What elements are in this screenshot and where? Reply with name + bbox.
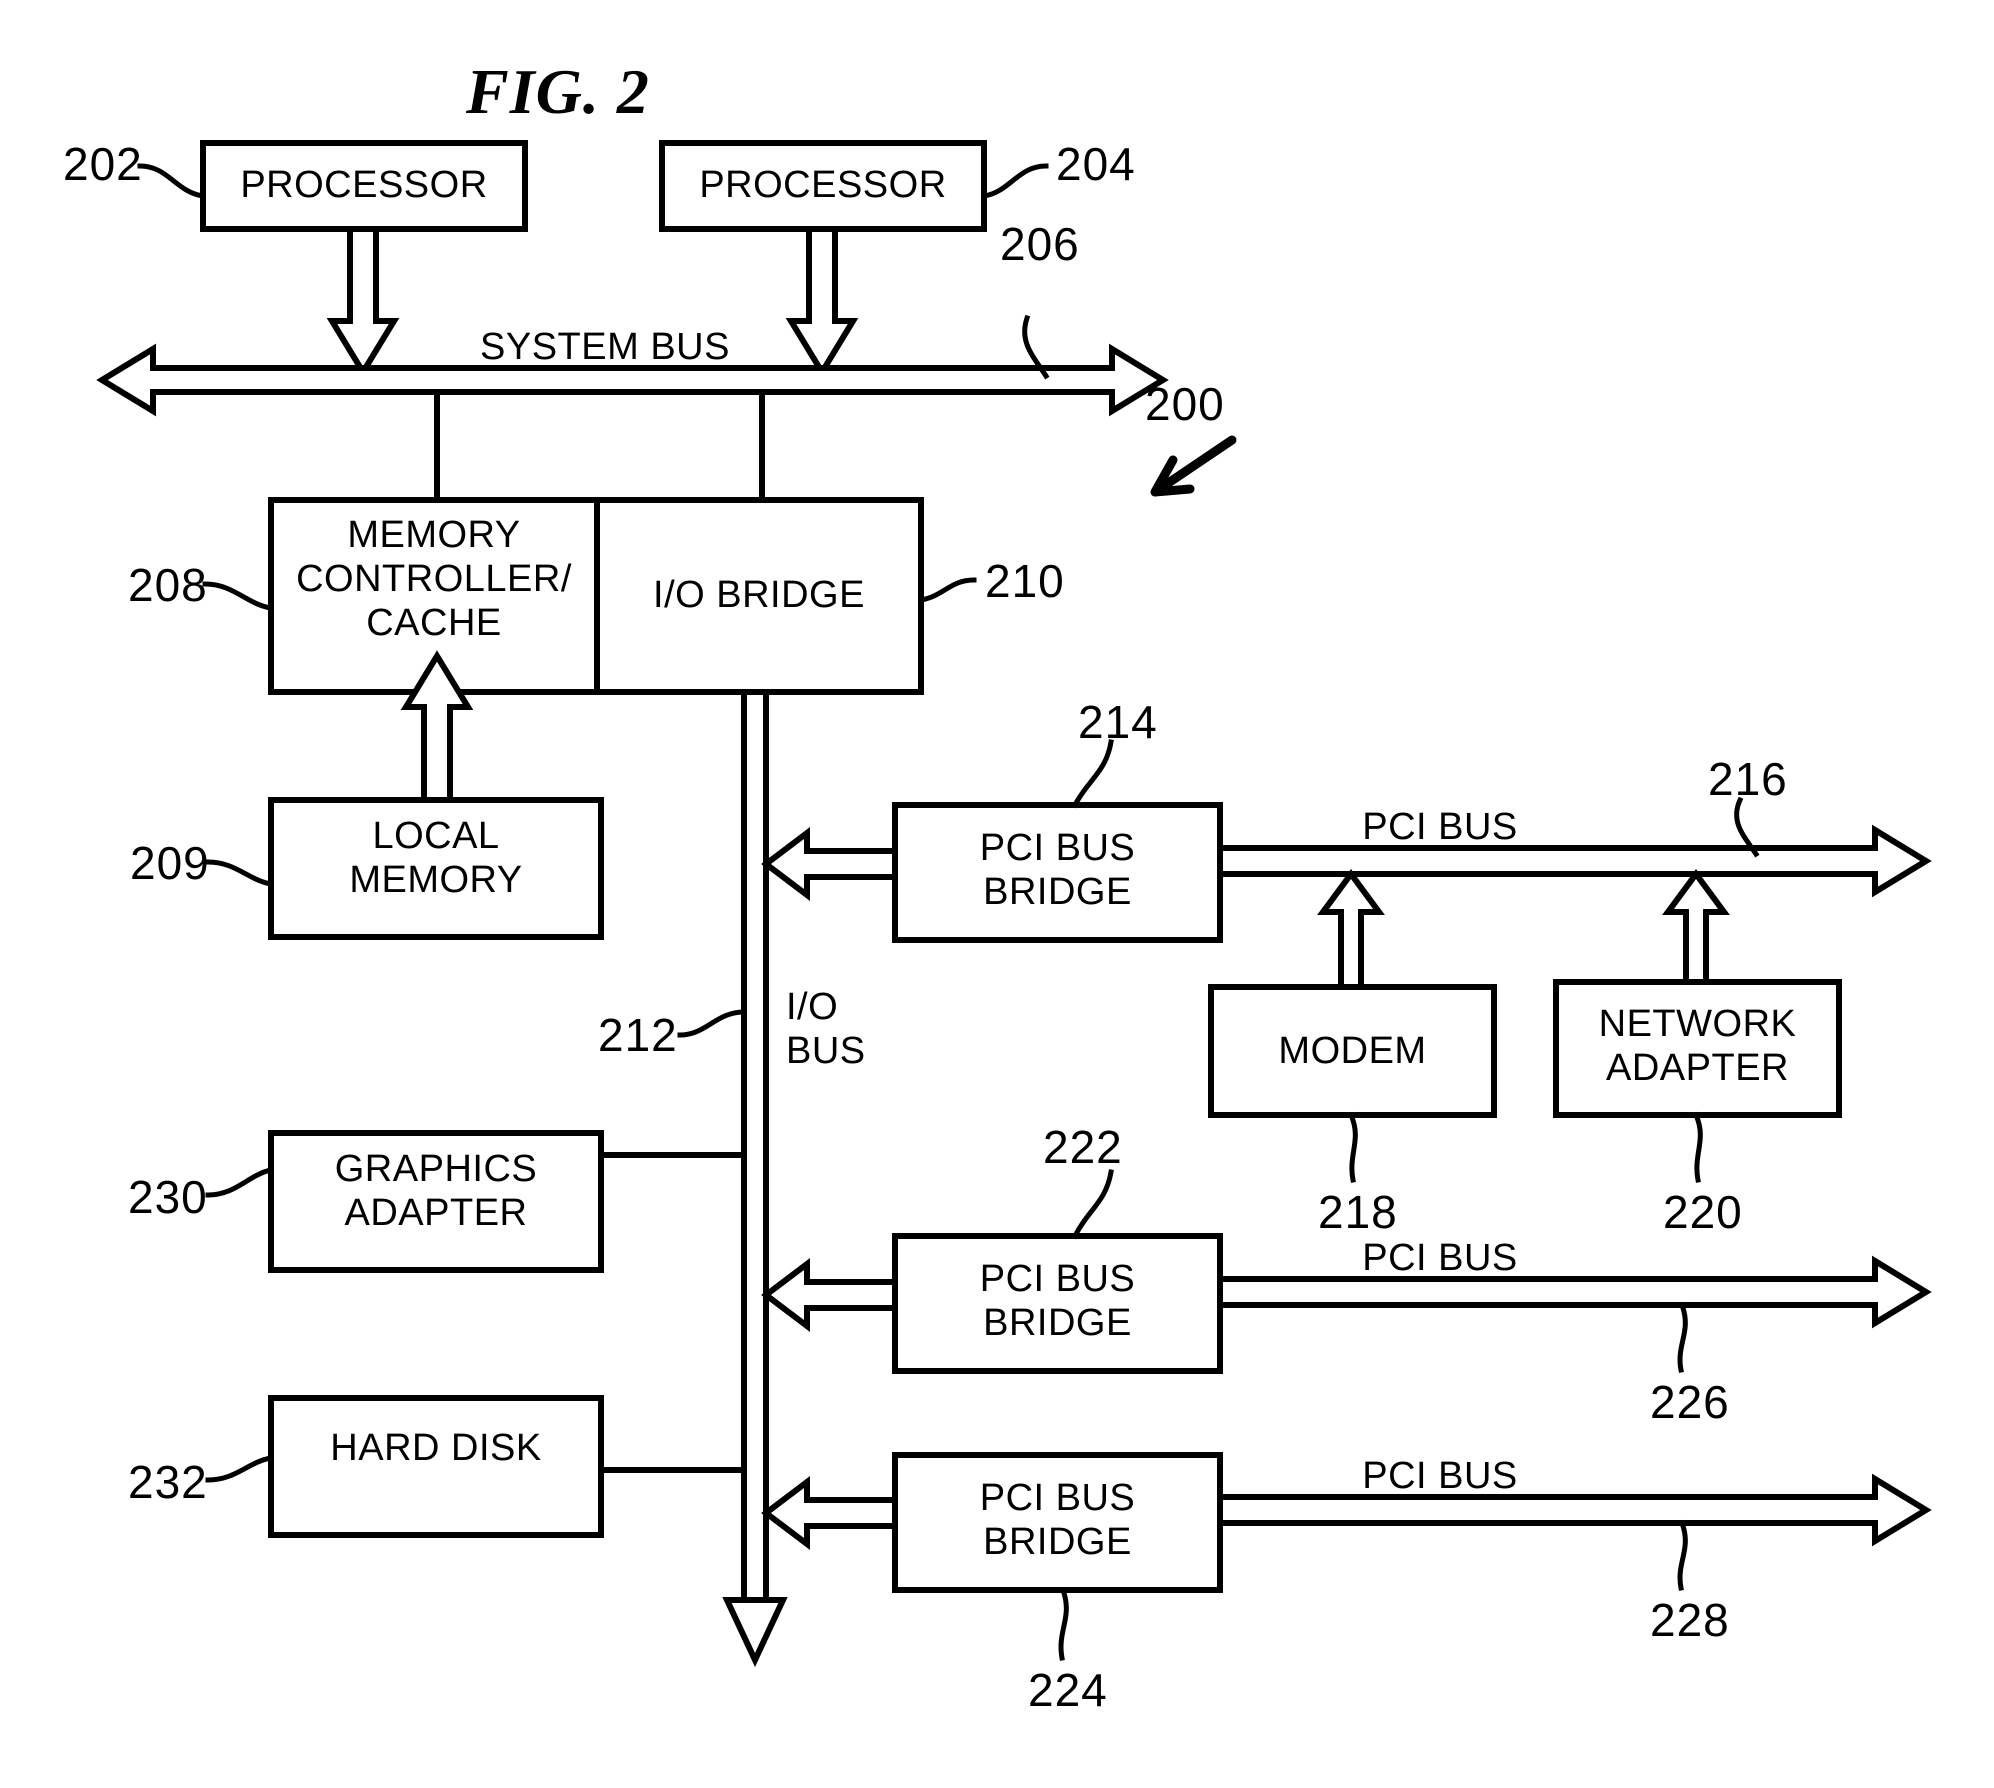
lead-line-202 xyxy=(137,163,206,199)
ref-208: 208 xyxy=(128,559,208,611)
pci-bus-226-label: PCI BUS xyxy=(1362,1237,1518,1279)
io-bus-label-line2: BUS xyxy=(786,1030,866,1072)
lead-line-218 xyxy=(1347,1111,1358,1183)
ref-230: 230 xyxy=(128,1171,208,1223)
pci-bus-bridge-3-label-line1: PCI BUS xyxy=(979,1477,1136,1519)
pci-bridge-1-to-iobus-arrow xyxy=(761,826,898,902)
pci-bus-228-label: PCI BUS xyxy=(1362,1455,1518,1497)
pci-bridge-3-to-iobus-arrow xyxy=(761,1475,898,1551)
ref-232: 232 xyxy=(128,1456,208,1508)
ref-210: 210 xyxy=(985,555,1065,607)
pci-bus-bridge-3-label-line2: BRIDGE xyxy=(983,1521,1132,1563)
network-adapter-up-arrow xyxy=(1662,868,1730,990)
ref-204: 204 xyxy=(1056,138,1136,190)
lead-line-222 xyxy=(1071,1169,1114,1240)
modem-up-arrow xyxy=(1317,868,1385,990)
ref-216: 216 xyxy=(1708,753,1788,805)
io-bus-down-arrowhead xyxy=(722,1597,788,1668)
pci-bus-216-label: PCI BUS xyxy=(1362,806,1518,848)
memory-controller-label-line3: CACHE xyxy=(366,602,502,644)
processor-1-bus-arrow xyxy=(326,226,400,378)
ref-224: 224 xyxy=(1028,1664,1108,1716)
pci-bus-bridge-2-label-line1: PCI BUS xyxy=(979,1258,1136,1300)
hard-disk-label: HARD DISK xyxy=(330,1427,542,1469)
io-bridge-label: I/O BRIDGE xyxy=(653,574,865,616)
ref-206: 206 xyxy=(1000,218,1080,270)
lead-line-210 xyxy=(918,577,977,603)
figure-title: FIG. 2 xyxy=(466,56,650,127)
lead-line-209 xyxy=(205,859,274,887)
memory-controller-label-line2: CONTROLLER/ xyxy=(296,558,572,600)
memory-controller-label-line1: MEMORY xyxy=(347,514,521,556)
ref-200: 200 xyxy=(1145,378,1225,430)
graphics-adapter-label-line1: GRAPHICS xyxy=(334,1148,538,1190)
processor-2-bus-arrow xyxy=(785,226,859,378)
pci-bus-bridge-1-label-line2: BRIDGE xyxy=(983,871,1132,913)
system-bus-label: SYSTEM BUS xyxy=(480,326,730,368)
processor-1-label: PROCESSOR xyxy=(240,164,488,206)
modem-label: MODEM xyxy=(1278,1030,1427,1072)
ref-214: 214 xyxy=(1078,696,1158,748)
ref-212: 212 xyxy=(598,1009,678,1061)
lead-line-224 xyxy=(1058,1586,1069,1661)
ref-209: 209 xyxy=(130,837,210,889)
graphics-adapter-label-line2: ADAPTER xyxy=(344,1192,528,1234)
patent-figure-2: FIG. 2 200 PROCESSOR 202 PROCESSOR 204 S… xyxy=(0,0,1994,1788)
ref-220: 220 xyxy=(1663,1186,1743,1238)
lead-line-220 xyxy=(1692,1111,1703,1183)
lead-line-226 xyxy=(1677,1301,1688,1373)
ref-222: 222 xyxy=(1043,1121,1123,1173)
system-ref-arrow xyxy=(1150,435,1237,497)
ref-226: 226 xyxy=(1650,1376,1730,1428)
ref-228: 228 xyxy=(1650,1594,1730,1646)
io-bus-label-line1: I/O xyxy=(786,986,839,1028)
ref-202: 202 xyxy=(63,138,143,190)
network-adapter-label-line2: ADAPTER xyxy=(1606,1047,1789,1089)
lead-line-230 xyxy=(205,1167,274,1198)
local-memory-label-line1: LOCAL xyxy=(372,815,500,857)
network-adapter-label-line1: NETWORK xyxy=(1598,1003,1797,1045)
lead-line-204 xyxy=(981,163,1049,199)
lead-line-228 xyxy=(1677,1519,1688,1591)
processor-2-label: PROCESSOR xyxy=(699,164,947,206)
pci-bus-bridge-2-label-line2: BRIDGE xyxy=(983,1302,1132,1344)
pci-bridge-2-to-iobus-arrow xyxy=(761,1257,898,1333)
pci-bus-bridge-1-label-line1: PCI BUS xyxy=(979,827,1136,869)
ref-218: 218 xyxy=(1318,1186,1398,1238)
local-memory-label-line2: MEMORY xyxy=(349,859,523,901)
lead-line-232 xyxy=(205,1455,274,1483)
lead-line-212 xyxy=(677,1009,747,1038)
lead-line-214 xyxy=(1071,739,1114,809)
lead-line-208 xyxy=(202,581,274,611)
